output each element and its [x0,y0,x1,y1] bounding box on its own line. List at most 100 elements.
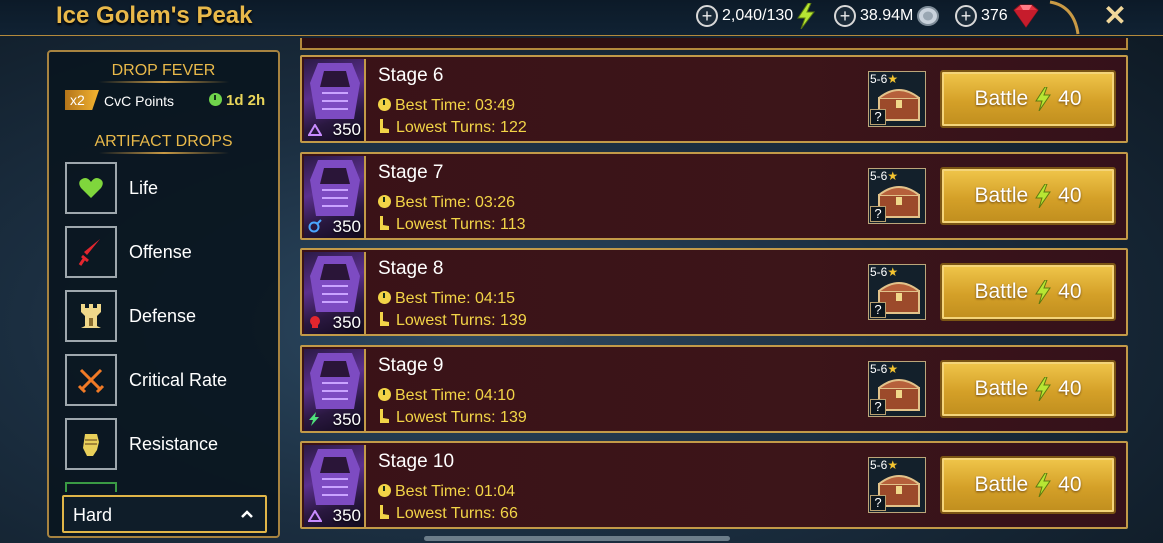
artifact-defense-slot[interactable] [65,290,117,342]
lowest-turns-text: Lowest Turns: 139 [396,409,527,426]
lowest-turns: Lowest Turns: 122 [378,119,527,137]
left-panel: DROP FEVER x2 CvC Points 1d 2h ARTIFACT … [47,50,280,538]
boss-portrait: 350 [304,59,366,141]
stage-row: 350 Stage 6 Best Time: 03:49 Lowest Turn… [300,55,1128,143]
battle-button[interactable]: Battle 40 [940,456,1116,514]
difficulty-dropdown[interactable]: Hard [62,495,267,533]
lowest-turns: Lowest Turns: 139 [378,409,527,427]
stage-list[interactable]: 350 Stage 6 Best Time: 03:49 Lowest Turn… [300,38,1130,543]
unknown-reward-icon: ? [870,206,886,222]
divider [99,152,229,154]
reward-chest[interactable]: 5-6★ ? [868,168,926,224]
best-time-text: Best Time: 03:26 [395,194,516,211]
sword-icon [78,239,100,266]
battle-button[interactable]: Battle 40 [940,167,1116,225]
artifact-drops-title: ARTIFACT DROPS [94,133,233,150]
reward-chest[interactable]: 5-6★ ? [868,457,926,513]
spirit-affinity-icon [309,412,319,426]
best-time-text: Best Time: 01:04 [395,483,516,500]
stage-row: 350 Stage 10 Best Time: 01:04 Lowest Tur… [300,441,1128,529]
battle-button[interactable]: Battle 40 [940,263,1116,321]
star-icon: ★ [887,72,899,86]
reward-rarity: 5-6★ [870,72,898,86]
gems-value: 376 [981,7,1008,24]
stage-row-partial [300,38,1128,50]
battle-label: Battle [974,87,1029,110]
timer-value: 1d 2h [226,92,266,109]
unknown-reward-icon: ? [870,495,886,511]
boss-portrait: 350 [304,156,366,238]
battle-label: Battle [974,377,1029,400]
unknown-reward-icon: ? [870,109,886,125]
boot-icon [380,119,389,133]
unknown-reward-icon: ? [870,302,886,318]
rarity-text: 5-6 [870,458,888,472]
boss-level: 350 [332,120,361,139]
page-title: Ice Golem's Peak [56,2,253,29]
bow-decoration-icon [1049,0,1080,35]
best-time-text: Best Time: 03:49 [395,97,516,114]
battle-button[interactable]: Battle 40 [940,70,1116,128]
add-energy-button[interactable]: + [696,5,718,27]
battle-button[interactable]: Battle 40 [940,360,1116,418]
best-time: Best Time: 01:04 [378,483,515,501]
lowest-turns: Lowest Turns: 66 [378,505,518,523]
best-time: Best Time: 03:26 [378,194,515,212]
artifact-label-critical-rate: Critical Rate [129,370,228,390]
energy-icon [1035,280,1052,304]
reward-rarity: 5-6★ [870,169,898,183]
reward-chest[interactable]: 5-6★ ? [868,264,926,320]
stage-name: Stage 10 [378,451,455,472]
void-affinity-icon [308,510,322,522]
unknown-reward-icon: ? [870,399,886,415]
artifact-label-offense: Offense [129,242,192,262]
lowest-turns: Lowest Turns: 139 [378,312,527,330]
battle-label: Battle [974,184,1029,207]
clock-icon [378,388,391,401]
energy-icon [1035,377,1052,401]
gems-resource: + 376 [955,4,1042,28]
best-time-text: Best Time: 04:10 [395,387,516,404]
energy-resource: + 2,040/130 [696,3,817,29]
add-silver-button[interactable]: + [834,5,856,27]
lowest-turns: Lowest Turns: 113 [378,216,526,234]
artifact-critical-rate-slot[interactable] [65,354,117,406]
star-icon: ★ [887,362,899,376]
boss-level: 350 [332,217,361,236]
clock-icon [209,93,222,106]
star-icon: ★ [887,169,899,183]
best-time: Best Time: 04:15 [378,290,515,308]
cvc-points-label: CvC Points [104,93,175,109]
best-time: Best Time: 04:10 [378,387,515,405]
rarity-text: 5-6 [870,169,888,183]
add-gems-button[interactable]: + [955,5,977,27]
force-affinity-icon [310,316,320,328]
reward-rarity: 5-6★ [870,265,898,279]
reward-chest[interactable]: 5-6★ ? [868,361,926,417]
artifact-resistance-slot[interactable] [65,418,117,470]
artifact-offense-slot[interactable] [65,226,117,278]
boss-level: 350 [332,506,361,525]
reward-chest[interactable]: 5-6★ ? [868,71,926,127]
stage-row: 350 Stage 9 Best Time: 04:10 Lowest Turn… [300,345,1128,433]
horizontal-scrollbar[interactable] [424,536,730,541]
top-bar: Ice Golem's Peak + 2,040/130 + 38.94M + … [0,0,1163,36]
battle-label: Battle [974,280,1029,303]
artifact-next-slot[interactable] [65,482,117,492]
energy-value: 2,040/130 [722,7,794,24]
boss-portrait: 350 [304,252,366,334]
divider [99,81,229,83]
artifact-label-defense: Defense [129,306,197,326]
silver-resource: + 38.94M [834,4,941,28]
drop-fever-title: DROP FEVER [111,62,216,79]
energy-cost: 40 [1058,184,1082,207]
stage-name: Stage 8 [378,258,444,279]
lowest-turns-text: Lowest Turns: 66 [396,505,518,522]
fist-icon [83,434,99,456]
artifact-life-slot[interactable] [65,162,117,214]
energy-icon [797,3,816,29]
best-time: Best Time: 03:49 [378,97,515,115]
close-button[interactable]: ✕ [1098,0,1132,34]
stage-name: Stage 6 [378,65,444,86]
energy-cost: 40 [1058,377,1082,400]
